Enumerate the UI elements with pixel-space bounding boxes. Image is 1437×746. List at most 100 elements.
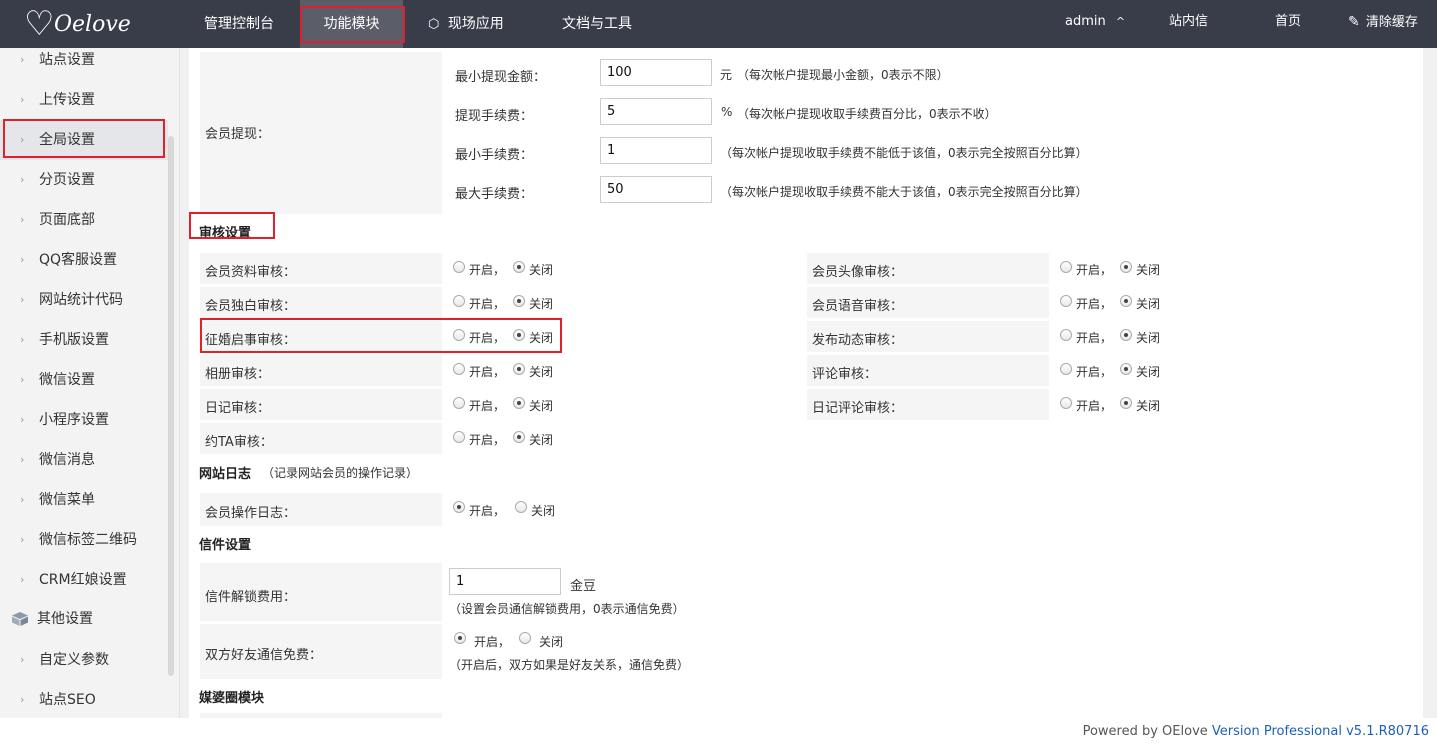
- link-messages[interactable]: 站内信: [1169, 0, 1208, 48]
- sidebar-item-stats[interactable]: › 网站统计代码: [0, 280, 168, 320]
- version-link[interactable]: Version Professional v5.1.R80716: [1212, 724, 1429, 739]
- log-off-radio[interactable]: [515, 501, 527, 513]
- chevron-right-icon: ›: [20, 693, 25, 706]
- sidebar-item-label: 微信标签二维码: [39, 532, 137, 548]
- sidebar-item-crm[interactable]: › CRM红娘设置: [0, 560, 168, 600]
- field-hint: （每次帐户提现收取手续费不能低于该值，0表示完全按照百分比算）: [720, 146, 1088, 160]
- broom-icon: ✎: [1348, 14, 1360, 30]
- log-section-title: 网站日志: [199, 467, 252, 482]
- logo-text: Oelove: [54, 12, 131, 37]
- radio-label: 关闭: [1136, 331, 1161, 345]
- audit-voice-on-radio[interactable]: [1060, 295, 1072, 307]
- nav-onsite[interactable]: ⬡ 现场应用: [428, 0, 504, 48]
- sidebar-item-upload[interactable]: › 上传设置: [0, 80, 168, 120]
- radio-label: 关闭: [1136, 263, 1161, 277]
- logo[interactable]: ♡ Oelove: [24, 4, 154, 44]
- sidebar-item-label: 微信菜单: [39, 492, 95, 508]
- chevron-right-icon: ›: [20, 653, 25, 666]
- radio-label: 开启，: [474, 635, 511, 649]
- audit-comment-off-radio[interactable]: [1120, 363, 1132, 375]
- audit-diary-comment-off-radio[interactable]: [1120, 397, 1132, 409]
- unlock-fee-unit: 金豆: [570, 579, 597, 594]
- radio-label: 关闭: [1136, 399, 1161, 413]
- sidebar-item-wechat-msg[interactable]: › 微信消息: [0, 440, 168, 480]
- sidebar-item-miniapp[interactable]: › 小程序设置: [0, 400, 168, 440]
- sidebar-item-site[interactable]: › 站点设置: [0, 40, 168, 80]
- audit-avatar-off-radio[interactable]: [1120, 261, 1132, 273]
- chevron-right-icon: ›: [20, 533, 25, 546]
- nav-onsite-label: 现场应用: [447, 16, 504, 32]
- field-hint: （每次帐户提现收取手续费不能大于该值，0表示完全按照百分比算）: [720, 185, 1088, 199]
- user-name: admin: [1065, 14, 1106, 29]
- audit-post-off-radio[interactable]: [1120, 329, 1132, 341]
- highlight-box: [300, 6, 405, 43]
- field-label: 最小手续费：: [455, 148, 534, 163]
- radio-label: 关闭: [529, 433, 554, 447]
- unlock-fee-input[interactable]: 1: [449, 568, 561, 595]
- friend-free-on-radio[interactable]: [454, 632, 466, 644]
- audit-avatar-on-radio[interactable]: [1060, 261, 1072, 273]
- chevron-right-icon: ›: [20, 453, 25, 466]
- sidebar-item-label: 微信消息: [39, 452, 95, 468]
- chevron-right-icon: ›: [20, 93, 25, 106]
- sidebar-item-paging[interactable]: › 分页设置: [0, 160, 168, 200]
- audit-album-off-radio[interactable]: [513, 363, 525, 375]
- chevron-right-icon: ›: [20, 293, 25, 306]
- audit-monologue-on-radio[interactable]: [453, 295, 465, 307]
- log-label: 会员操作日志：: [205, 506, 297, 521]
- audit-monologue-label: 会员独白审核：: [205, 299, 297, 314]
- audit-date-on-radio[interactable]: [453, 431, 465, 443]
- max-fee-input[interactable]: 50: [600, 176, 712, 203]
- fee-percent-input[interactable]: 5: [600, 98, 712, 125]
- chevron-right-icon: ›: [20, 213, 25, 226]
- log-on-radio[interactable]: [453, 501, 465, 513]
- audit-profile-on-radio[interactable]: [453, 261, 465, 273]
- unlock-fee-label: 信件解锁费用：: [205, 590, 297, 605]
- radio-label: 关闭: [539, 635, 564, 649]
- radio-label: 开启，: [469, 504, 506, 518]
- audit-comment-on-radio[interactable]: [1060, 363, 1072, 375]
- chevron-right-icon: ›: [20, 333, 25, 346]
- audit-post-on-radio[interactable]: [1060, 329, 1072, 341]
- audit-monologue-off-radio[interactable]: [513, 295, 525, 307]
- audit-album-on-radio[interactable]: [453, 363, 465, 375]
- min-fee-input[interactable]: 1: [600, 137, 712, 164]
- field-label: 提现手续费：: [455, 109, 534, 124]
- audit-date-off-radio[interactable]: [513, 431, 525, 443]
- audit-diary-comment-label: 日记评论审核：: [812, 401, 904, 416]
- audit-diary-on-radio[interactable]: [453, 397, 465, 409]
- sidebar-item-qq[interactable]: › QQ客服设置: [0, 240, 168, 280]
- sidebar-item-wechat-menu[interactable]: › 微信菜单: [0, 480, 168, 520]
- letter-section-title: 信件设置: [199, 538, 252, 553]
- sidebar-item-seo[interactable]: › 站点SEO: [0, 680, 168, 720]
- min-withdraw-input[interactable]: 100: [600, 59, 712, 86]
- audit-avatar-label: 会员头像审核：: [812, 265, 904, 280]
- sidebar-item-label: 手机版设置: [39, 332, 109, 348]
- friend-free-off-radio[interactable]: [519, 632, 531, 644]
- sidebar-item-wechat-qr[interactable]: › 微信标签二维码: [0, 520, 168, 560]
- nav-console[interactable]: 管理控制台: [204, 0, 274, 48]
- link-home[interactable]: 首页: [1275, 0, 1301, 48]
- chevron-right-icon: ›: [20, 493, 25, 506]
- audit-diary-off-radio[interactable]: [513, 397, 525, 409]
- radio-label: 关闭: [529, 399, 554, 413]
- audit-profile-off-radio[interactable]: [513, 261, 525, 273]
- sidebar-item-custom-params[interactable]: › 自定义参数: [0, 640, 168, 680]
- audit-voice-off-radio[interactable]: [1120, 295, 1132, 307]
- audit-post-label: 发布动态审核：: [812, 333, 904, 348]
- sidebar-item-footer[interactable]: › 页面底部: [0, 200, 168, 240]
- sidebar-scrollbar[interactable]: [168, 136, 174, 676]
- nav-docs-tools[interactable]: 文档与工具: [562, 0, 632, 48]
- sidebar-group-other[interactable]: 其他设置: [0, 599, 168, 639]
- sidebar-item-wechat[interactable]: › 微信设置: [0, 360, 168, 400]
- audit-diary-comment-on-radio[interactable]: [1060, 397, 1072, 409]
- user-menu[interactable]: admin ^: [1065, 0, 1125, 48]
- sidebar-item-label: 上传设置: [39, 92, 95, 108]
- radio-label: 开启，: [469, 399, 506, 413]
- friend-free-label: 双方好友通信免费：: [205, 648, 323, 663]
- highlight-box: [3, 119, 165, 158]
- clear-cache-button[interactable]: ✎ 清除缓存: [1348, 0, 1418, 48]
- sidebar-group-label: 其他设置: [37, 611, 93, 627]
- radio-label: 关闭: [531, 504, 556, 518]
- sidebar-item-mobile[interactable]: › 手机版设置: [0, 320, 168, 360]
